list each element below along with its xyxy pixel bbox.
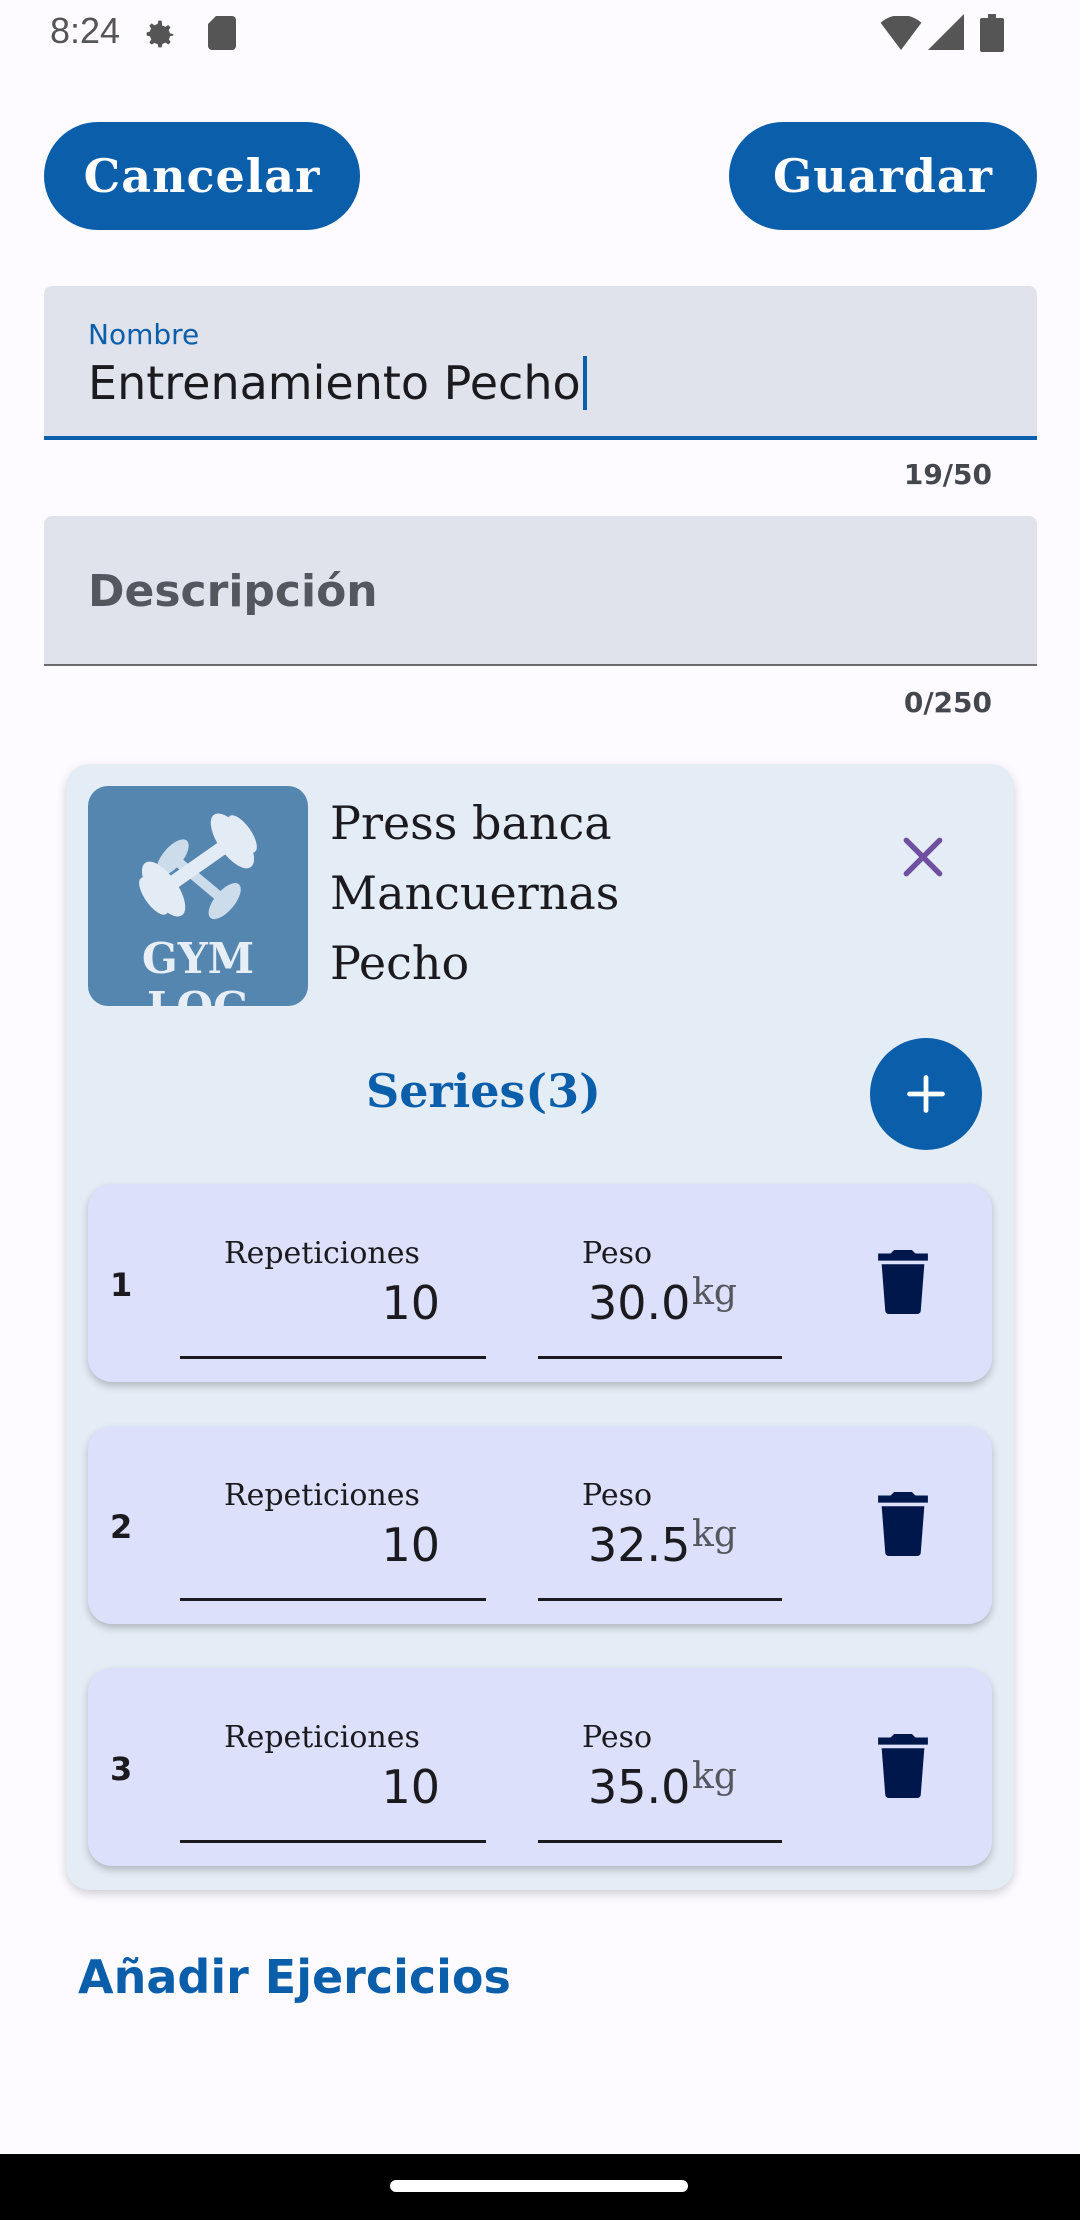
thumbnail-logo-text: GYM LOG	[141, 934, 255, 1006]
weight-underline	[538, 1598, 782, 1601]
description-char-counter: 0/250	[903, 686, 992, 719]
reps-underline	[180, 1840, 486, 1843]
signal-icon	[928, 14, 964, 50]
set-number: 2	[110, 1508, 133, 1546]
reps-input[interactable]: 10	[180, 1276, 440, 1330]
reps-label: Repeticiones	[224, 1478, 420, 1513]
cancel-button[interactable]: Cancelar	[44, 122, 360, 230]
trash-icon[interactable]	[878, 1734, 928, 1798]
set-number: 3	[110, 1750, 133, 1788]
weight-input[interactable]: 32.5	[588, 1518, 690, 1572]
status-bar: 8:24	[0, 0, 1080, 66]
home-gesture-handle[interactable]	[390, 2180, 688, 2192]
weight-underline	[538, 1356, 782, 1359]
exercise-name: Press banca	[330, 796, 612, 850]
description-placeholder: Descripción	[88, 566, 378, 617]
close-icon[interactable]	[898, 832, 948, 882]
weight-unit: kg	[692, 1514, 737, 1555]
exercise-card: GYM LOG Press banca Mancuernas Pecho Ser…	[66, 764, 1014, 1890]
weight-unit: kg	[692, 1756, 737, 1797]
weight-underline	[538, 1840, 782, 1843]
status-time: 8:24	[50, 10, 121, 51]
weight-input[interactable]: 30.0	[588, 1276, 690, 1330]
plus-icon	[907, 1075, 945, 1113]
name-field[interactable]: Nombre Entrenamiento Pecho	[44, 286, 1037, 440]
reps-label: Repeticiones	[224, 1720, 420, 1755]
weight-input[interactable]: 35.0	[588, 1760, 690, 1814]
save-button[interactable]: Guardar	[729, 122, 1037, 230]
reps-input[interactable]: 10	[180, 1760, 440, 1814]
trash-icon[interactable]	[878, 1492, 928, 1556]
set-row: 1 Repeticiones 10 Peso 30.0 kg	[88, 1184, 992, 1382]
set-number: 1	[110, 1266, 133, 1304]
name-field-value-wrap[interactable]: Entrenamiento Pecho	[88, 356, 587, 410]
trash-icon[interactable]	[878, 1250, 928, 1314]
weight-label: Peso	[582, 1720, 653, 1755]
dumbbell-icon	[139, 813, 257, 920]
exercise-thumbnail: GYM LOG	[88, 786, 308, 1006]
reps-underline	[180, 1598, 486, 1601]
add-exercises-button[interactable]: Añadir Ejercicios	[78, 1950, 511, 2004]
name-char-counter: 19/50	[903, 458, 992, 491]
name-field-label: Nombre	[88, 318, 200, 351]
description-field[interactable]: Descripción	[44, 516, 1037, 666]
text-caret	[582, 356, 587, 410]
battery-icon	[980, 14, 1004, 52]
add-series-button[interactable]	[870, 1038, 982, 1150]
reps-input[interactable]: 10	[180, 1518, 440, 1572]
weight-label: Peso	[582, 1236, 653, 1271]
name-field-value[interactable]: Entrenamiento Pecho	[88, 356, 581, 410]
weight-unit: kg	[692, 1272, 737, 1313]
weight-label: Peso	[582, 1478, 653, 1513]
gear-icon	[146, 20, 174, 48]
series-title: Series(3)	[366, 1064, 601, 1118]
reps-label: Repeticiones	[224, 1236, 420, 1271]
set-row: 2 Repeticiones 10 Peso 32.5 kg	[88, 1426, 992, 1624]
set-row: 3 Repeticiones 10 Peso 35.0 kg	[88, 1668, 992, 1866]
sd-card-icon	[208, 16, 236, 50]
navigation-bar	[0, 2154, 1080, 2220]
exercise-muscle: Pecho	[330, 936, 470, 990]
wifi-icon	[880, 16, 922, 50]
reps-underline	[180, 1356, 486, 1359]
exercise-equipment: Mancuernas	[330, 866, 620, 920]
